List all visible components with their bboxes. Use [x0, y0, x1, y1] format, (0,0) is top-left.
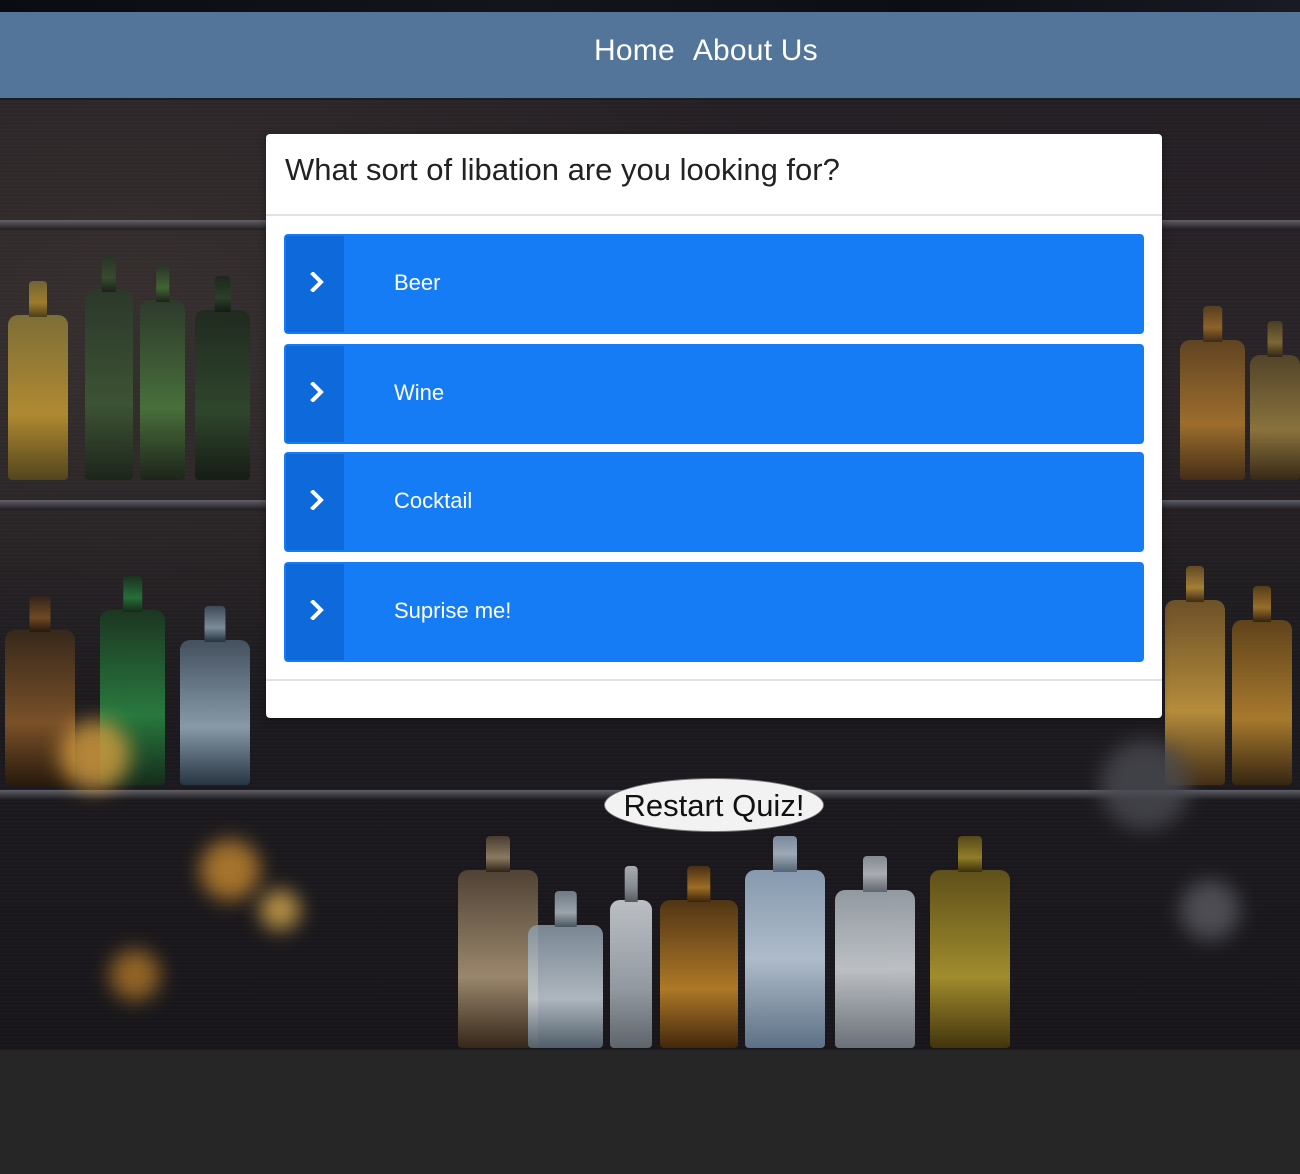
answer-label: Beer	[394, 270, 441, 295]
page: Home About Us What sort of libation are …	[0, 0, 1300, 1174]
bokeh-light	[110, 950, 160, 1000]
bottle	[930, 870, 1010, 1048]
bokeh-light	[1100, 740, 1190, 830]
answer-icon-box	[286, 236, 344, 332]
answer-icon-box	[286, 346, 344, 442]
answer-icon-box	[286, 564, 344, 660]
nav-links: Home About Us	[594, 34, 818, 68]
bottle	[1180, 340, 1245, 480]
nav-link-about-us[interactable]: About Us	[693, 34, 818, 68]
bottle	[745, 870, 825, 1048]
bottle	[660, 900, 738, 1048]
bottle	[85, 290, 133, 480]
quiz-card-footer-divider	[266, 679, 1162, 681]
bottle	[458, 870, 538, 1048]
bottle	[140, 300, 185, 480]
quiz-card-header: What sort of libation are you looking fo…	[266, 134, 1162, 216]
bottle	[610, 900, 652, 1048]
quiz-card: What sort of libation are you looking fo…	[266, 134, 1162, 718]
page-footer-area	[0, 1050, 1300, 1174]
answer-label: Suprise me!	[394, 598, 512, 623]
bokeh-light	[260, 890, 300, 930]
bottle	[1232, 620, 1292, 785]
quiz-question: What sort of libation are you looking fo…	[285, 152, 840, 187]
bokeh-light	[60, 720, 130, 790]
answer-button-surprise-me[interactable]: Suprise me!	[284, 562, 1144, 662]
answer-button-beer[interactable]: Beer	[284, 234, 1144, 334]
bottle	[835, 890, 915, 1048]
chevron-right-icon	[310, 272, 324, 292]
answer-button-wine[interactable]: Wine	[284, 344, 1144, 444]
answer-label: Wine	[394, 380, 445, 405]
nav-link-home[interactable]: Home	[594, 34, 675, 68]
bokeh-light	[200, 840, 260, 900]
bottle	[1250, 355, 1300, 480]
navbar: Home About Us	[0, 12, 1300, 100]
chevron-right-icon	[310, 382, 324, 402]
chevron-right-icon	[310, 600, 324, 620]
answer-icon-box	[286, 454, 344, 550]
bottle	[8, 315, 68, 480]
answer-button-cocktail[interactable]: Cocktail	[284, 452, 1144, 552]
bottle	[195, 310, 250, 480]
top-strip	[0, 0, 1300, 12]
chevron-right-icon	[310, 490, 324, 510]
bokeh-light	[1180, 880, 1240, 940]
restart-quiz-button[interactable]: Restart Quiz!	[604, 778, 824, 832]
answer-label: Cocktail	[394, 488, 473, 513]
bottle	[528, 925, 603, 1048]
bottle	[180, 640, 250, 785]
